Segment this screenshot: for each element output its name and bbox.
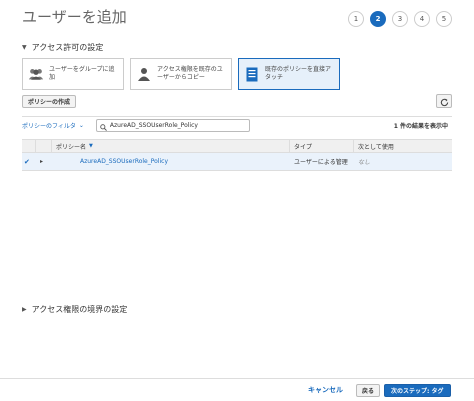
refresh-button[interactable]	[436, 94, 452, 108]
option-attach-policies-label: 既存のポリシーを直接アタッチ	[265, 66, 332, 81]
header-check-cell	[22, 140, 36, 152]
next-step-button[interactable]: 次のステップ: タグ	[384, 384, 451, 397]
result-count: 1 件の結果を表示中	[393, 123, 448, 130]
wizard-footer: キャンセル 戻る 次のステップ: タグ	[0, 378, 474, 401]
step-1[interactable]: 1	[348, 11, 364, 27]
option-attach-policies[interactable]: 既存のポリシーを直接アタッチ	[238, 58, 340, 90]
caret-right-icon: ▸	[40, 158, 44, 165]
chevron-down-icon: ⌄	[78, 122, 84, 129]
header-policy-name-label: ポリシー名	[56, 143, 87, 151]
search-value: AzureAD_SSOUserRole_Policy	[109, 122, 198, 129]
boundary-section-title: アクセス権限の境界の設定	[31, 305, 128, 314]
header-used-as[interactable]: 次として使用	[354, 140, 452, 152]
option-add-to-group-label: ユーザーをグループに追加	[49, 66, 115, 81]
policy-table: ポリシー名 ▼ タイプ 次として使用 ✔ ▸ AzureAD_SSOUserRo…	[22, 139, 452, 171]
group-icon	[28, 66, 44, 82]
document-icon	[244, 66, 260, 82]
step-4[interactable]: 4	[414, 11, 430, 27]
permissions-section-header[interactable]: ▼ アクセス許可の設定	[22, 42, 103, 53]
add-user-page: ユーザーを追加 1 2 3 4 5 ▼ アクセス許可の設定 ユーザーをグループに…	[0, 0, 474, 401]
row-checkbox[interactable]: ✔	[22, 153, 36, 170]
permissions-section-title: アクセス許可の設定	[31, 43, 104, 52]
row-expand-toggle[interactable]: ▸	[36, 153, 52, 170]
wizard-steps: 1 2 3 4 5	[348, 11, 452, 27]
caret-down-icon: ▼	[22, 44, 27, 51]
permission-options: ユーザーをグループに追加 アクセス権限を既存のユーザーからコピー 既存のポリシー…	[22, 58, 340, 90]
page-title: ユーザーを追加	[22, 8, 127, 26]
header-type[interactable]: タイプ	[290, 140, 354, 152]
back-button[interactable]: 戻る	[356, 384, 381, 397]
boundary-section-header[interactable]: ▶ アクセス権限の境界の設定	[22, 304, 127, 315]
table-header: ポリシー名 ▼ タイプ 次として使用	[22, 139, 452, 153]
caret-right-icon: ▶	[22, 306, 27, 313]
header-expand-cell	[36, 140, 52, 152]
refresh-icon	[440, 92, 449, 111]
row-policy-type: ユーザーによる管理	[294, 159, 348, 166]
row-used-as: なし	[358, 159, 371, 166]
policy-filter-dropdown[interactable]: ポリシーのフィルタ ⌄	[22, 121, 84, 130]
cancel-button[interactable]: キャンセル	[308, 385, 343, 395]
row-policy-name[interactable]: AzureAD_SSOUserRole_Policy	[52, 153, 290, 170]
option-copy-permissions[interactable]: アクセス権限を既存のユーザーからコピー	[130, 58, 232, 90]
step-3[interactable]: 3	[392, 11, 408, 27]
option-add-to-group[interactable]: ユーザーをグループに追加	[22, 58, 124, 90]
create-policy-button[interactable]: ポリシーの作成	[22, 95, 77, 108]
step-2[interactable]: 2	[370, 11, 386, 27]
user-icon	[136, 66, 152, 82]
header-policy-name[interactable]: ポリシー名 ▼	[52, 140, 290, 152]
filter-bar: ポリシーのフィルタ ⌄ AzureAD_SSOUserRole_Policy 1…	[22, 116, 452, 134]
option-copy-permissions-label: アクセス権限を既存のユーザーからコピー	[157, 66, 223, 81]
step-5[interactable]: 5	[436, 11, 452, 27]
table-row[interactable]: ✔ ▸ AzureAD_SSOUserRole_Policy ユーザーによる管理…	[22, 153, 452, 171]
policy-search-input[interactable]: AzureAD_SSOUserRole_Policy	[95, 116, 250, 135]
sort-down-icon: ▼	[89, 143, 93, 149]
policy-name-link[interactable]: AzureAD_SSOUserRole_Policy	[80, 158, 168, 165]
policy-filter-label: ポリシーのフィルタ	[22, 123, 76, 130]
search-icon	[100, 116, 107, 135]
checkmark-icon: ✔	[24, 157, 30, 166]
